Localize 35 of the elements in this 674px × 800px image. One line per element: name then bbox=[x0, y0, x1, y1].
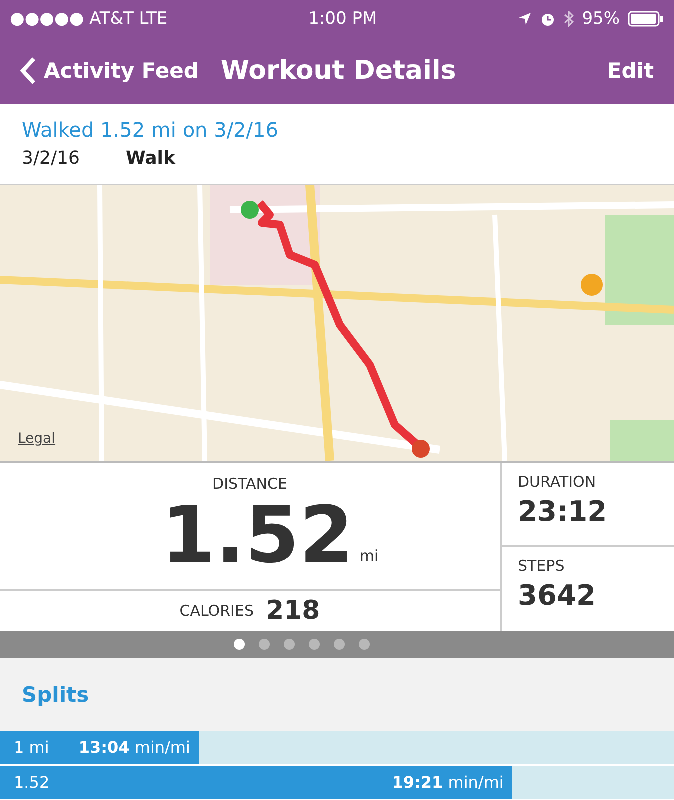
back-button[interactable]: Activity Feed bbox=[20, 57, 199, 85]
workout-date: 3/2/16 bbox=[22, 148, 80, 169]
alarm-clock-icon bbox=[540, 11, 556, 27]
distance-value: 1.52 bbox=[161, 493, 354, 579]
page-dot[interactable] bbox=[284, 639, 295, 650]
legal-link[interactable]: Legal bbox=[18, 431, 56, 447]
bluetooth-icon bbox=[564, 11, 574, 27]
screen-title: Workout Details bbox=[220, 56, 458, 86]
split-label: 1 mi bbox=[13, 738, 50, 757]
page-dot[interactable] bbox=[259, 639, 270, 650]
distance-unit: mi bbox=[360, 547, 379, 565]
battery-icon bbox=[628, 11, 664, 27]
splits-heading: Splits bbox=[22, 682, 90, 706]
workout-type: Walk bbox=[126, 148, 176, 169]
carrier-signal: ●●●●● AT&T LTE bbox=[10, 9, 168, 29]
split-pace: 13:04 min/mi bbox=[78, 738, 190, 757]
page-dot[interactable] bbox=[309, 639, 320, 650]
duration-value: 23:12 bbox=[518, 495, 608, 528]
calories-value: 218 bbox=[266, 596, 320, 626]
location-arrow-icon bbox=[518, 12, 532, 26]
edit-button[interactable]: Edit bbox=[607, 59, 654, 83]
page-dot[interactable] bbox=[359, 639, 370, 650]
distance-label: DISTANCE bbox=[212, 475, 288, 493]
workout-headline: Walked 1.52 mi on 3/2/16 bbox=[22, 118, 280, 142]
chevron-icon bbox=[20, 57, 36, 85]
steps-value: 3642 bbox=[518, 579, 597, 612]
steps-label: STEPS bbox=[518, 557, 566, 575]
calories-label: CALORIES bbox=[180, 602, 254, 620]
split-pace: 19:21 min/mi bbox=[392, 773, 504, 792]
page-dot[interactable] bbox=[234, 639, 245, 650]
battery-percentage: 95% bbox=[582, 9, 620, 29]
clock-time: 1:00 PM bbox=[308, 9, 378, 29]
page-dot[interactable] bbox=[334, 639, 345, 650]
duration-label: DURATION bbox=[518, 473, 598, 491]
split-label: 1.52 bbox=[13, 773, 51, 792]
